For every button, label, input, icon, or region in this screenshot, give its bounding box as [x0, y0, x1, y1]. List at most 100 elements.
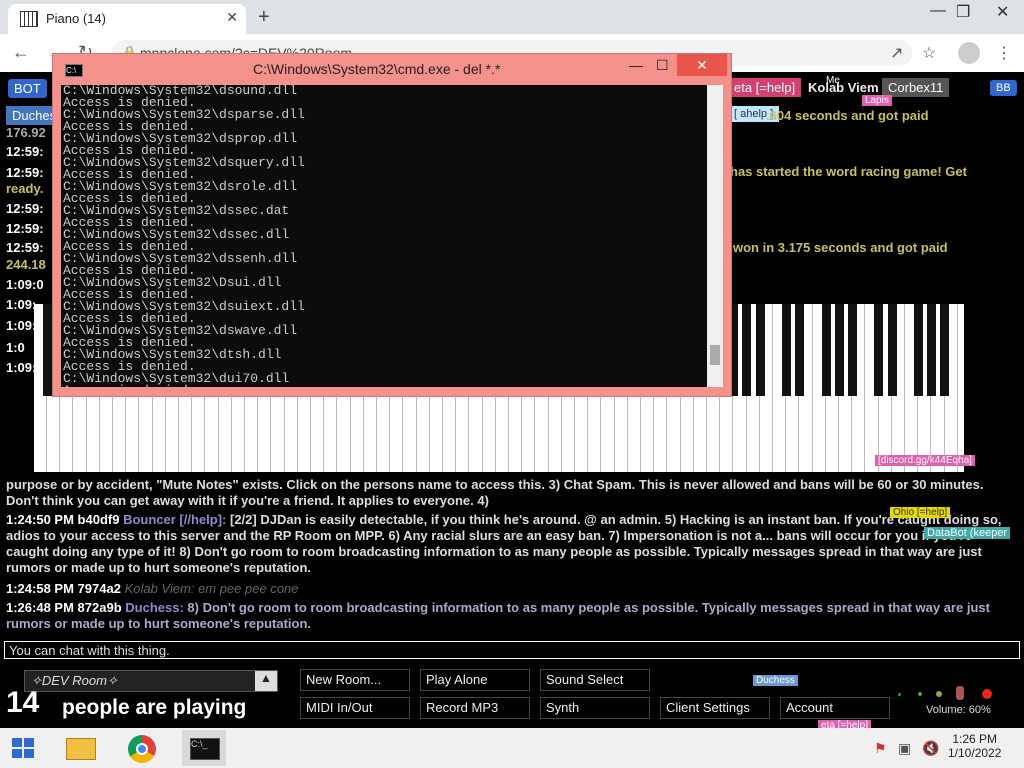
chat-message: 1:24:58 PM 7974a2 Kolab Viem: em pee pee… [6, 581, 1018, 597]
cmd-output: C:\Windows\System32\dsound.dll Access is … [63, 85, 305, 387]
chat-username[interactable]: Duchess: [125, 600, 184, 615]
bb-badge: BB [990, 80, 1017, 96]
cmd-taskbar-icon[interactable]: C:\_ [182, 730, 226, 766]
back-arrow-icon[interactable]: ← [12, 42, 30, 63]
volume-knob[interactable] [956, 686, 964, 700]
account-button[interactable]: Account [780, 697, 890, 719]
cursor-tag-databot: DataBot (keeper [924, 527, 1011, 539]
piano-black-key[interactable] [42, 304, 52, 396]
cmd-title: C:\Windows\System32\cmd.exe - del *.* [253, 61, 501, 77]
record-mp3-button[interactable]: Record MP3 [420, 697, 530, 719]
new-tab-button[interactable]: + [258, 6, 270, 29]
bookmark-star-icon[interactable]: ☆ [922, 43, 936, 63]
piano-black-key[interactable] [927, 304, 937, 396]
close-tab-icon[interactable]: ✕ [226, 9, 238, 26]
chat-time-3: 12:59: [6, 201, 44, 216]
indicator-dot [936, 691, 942, 697]
volume-label: Volume: 60% [926, 704, 991, 716]
chat-time: 1:24:58 PM [6, 581, 74, 596]
indicator-dot [898, 693, 901, 696]
chat-time-5: 12:59: [6, 240, 44, 255]
scroll-thumb[interactable] [710, 345, 720, 365]
chat-user-id: 7974a2 [77, 581, 121, 596]
chat-username[interactable]: Kolab Viem: [125, 581, 195, 596]
share-icon[interactable]: ↗ [890, 43, 903, 63]
piano-black-key[interactable] [847, 304, 857, 396]
cursor-tag-lapis: Lapis [862, 95, 892, 106]
chat-paid-2: 244.18 [6, 257, 46, 272]
chat-time-1: 12:59: [6, 144, 44, 159]
chrome-icon[interactable] [120, 730, 164, 766]
taskbar: C:\_ ⚑ ▣ 🔇 1:26 PM 1/10/2022 [0, 728, 1024, 768]
chevron-up-icon[interactable]: ▲ [255, 671, 277, 691]
clock-time: 1:26 PM [952, 732, 998, 746]
close-window-button[interactable]: ✕ [996, 2, 1009, 22]
chat-time-2: 12:59: [6, 165, 44, 180]
piano-black-key[interactable] [913, 304, 923, 396]
chat-username[interactable]: Bouncer [//help]: [123, 512, 226, 527]
profile-avatar[interactable] [958, 42, 980, 64]
piano-black-key[interactable] [781, 304, 791, 396]
chat-time-10: 1:09: [6, 360, 37, 375]
minimize-window-button[interactable]: — [930, 2, 946, 20]
cursor-tag-discord: [discord.gg/k44Eqha] [875, 455, 975, 466]
chat-message-text: em pee pee cone [198, 581, 299, 596]
chat-user-id: b40df9 [77, 512, 120, 527]
chat-fragment-2: has started the word racing game! Get [730, 164, 967, 179]
chat-time-7: 1:09: [6, 297, 37, 312]
room-selector[interactable]: ✧DEV Room✧ ▲ [24, 670, 278, 692]
chat-time-9: 1:0 [6, 340, 25, 355]
player-count: 14 [6, 686, 40, 719]
restore-window-button[interactable]: ❐ [956, 2, 970, 22]
chat-paid-1: 176.92 [6, 125, 46, 140]
client-settings-button[interactable]: Client Settings [660, 697, 770, 719]
cmd-icon: C:\ [65, 64, 83, 77]
clock[interactable]: 1:26 PM 1/10/2022 [948, 732, 1001, 760]
user-chip-corbex[interactable]: Corbex11 [882, 78, 950, 97]
piano-black-key[interactable] [940, 304, 950, 396]
midi-button[interactable]: MIDI In/Out [300, 697, 410, 719]
network-icon[interactable]: ▣ [898, 740, 911, 757]
cmd-console[interactable]: C:\Windows\System32\dsound.dll Access is … [61, 85, 707, 387]
play-alone-button[interactable]: Play Alone [420, 669, 530, 691]
indicator-dot [918, 692, 922, 696]
piano-black-key[interactable] [874, 304, 884, 396]
chat-fragment-1: .604 seconds and got paid [766, 108, 929, 123]
file-explorer-icon[interactable] [58, 730, 102, 766]
volume-muted-icon[interactable]: 🔇 [922, 740, 939, 757]
piano-icon [20, 11, 38, 27]
sound-select-button[interactable]: Sound Select [540, 669, 650, 691]
piano-black-key[interactable] [755, 304, 765, 396]
clock-date: 1/10/2022 [948, 746, 1002, 760]
record-indicator [982, 689, 992, 699]
flag-icon[interactable]: ⚑ [874, 740, 887, 757]
user-chip-beta[interactable]: eta [=help] [728, 78, 802, 97]
piano-black-key[interactable] [887, 304, 897, 396]
chat-time-8: 1:09: [6, 318, 37, 333]
new-room-button[interactable]: New Room... [300, 669, 410, 691]
chat-time: 1:26:48 PM [6, 600, 74, 615]
synth-button[interactable]: Synth [540, 697, 650, 719]
piano-black-key[interactable] [742, 304, 752, 396]
chat-message-continuation: purpose or by accident, "Mute Notes" exi… [6, 477, 1018, 509]
chat-user-id: 872a9b [77, 600, 122, 615]
room-name: ✧DEV Room✧ [31, 673, 118, 688]
piano-black-key[interactable] [795, 304, 805, 396]
chat-fragment-3: won in 3.175 seconds and got paid [733, 240, 948, 255]
cmd-scrollbar[interactable] [707, 85, 723, 387]
chat-input[interactable]: You can chat with this thing. [4, 641, 1020, 659]
cmd-maximize-button[interactable]: ☐ [656, 57, 669, 74]
tab-title: Piano (14) [46, 11, 106, 26]
chat-message-text: purpose or by accident, "Mute Notes" exi… [6, 477, 984, 508]
cmd-minimize-button[interactable]: — [629, 57, 643, 73]
browser-tab[interactable]: Piano (14) ✕ [8, 4, 246, 34]
cursor-tag-me: Me [826, 75, 840, 86]
cmd-close-button[interactable]: ✕ [677, 54, 727, 76]
piano-black-key[interactable] [834, 304, 844, 396]
cmd-window[interactable]: C:\ C:\Windows\System32\cmd.exe - del *.… [52, 53, 732, 397]
piano-black-key[interactable] [821, 304, 831, 396]
menu-dots-icon[interactable]: ⋮ [996, 43, 1012, 63]
bot-badge: BOT [8, 79, 47, 98]
chat-time: 1:24:50 PM [6, 512, 74, 527]
windows-start-icon[interactable] [12, 738, 34, 758]
